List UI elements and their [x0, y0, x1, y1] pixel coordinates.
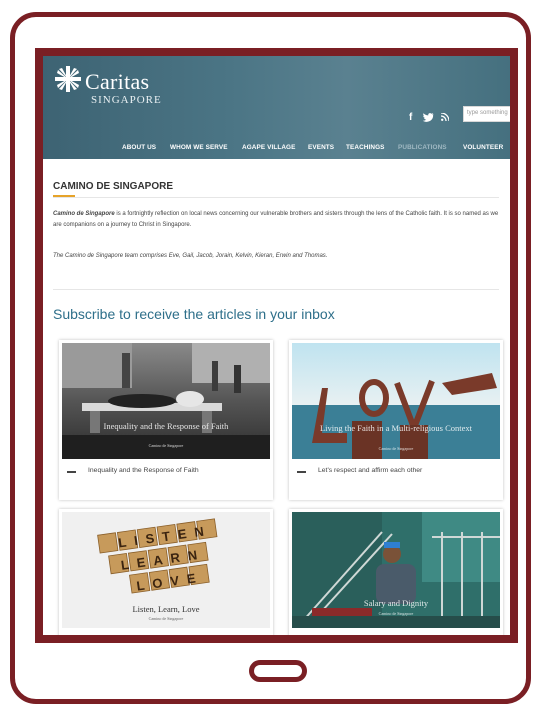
- site-header: Caritas SINGAPORE f type something ABOUT…: [43, 56, 510, 159]
- article-title[interactable]: Salary and Dignity: [318, 636, 373, 643]
- divider: [53, 289, 499, 290]
- team-paragraph: The Camino de Singapore team comprises E…: [53, 253, 328, 259]
- twitter-icon[interactable]: [423, 113, 434, 122]
- search-input[interactable]: type something: [463, 106, 510, 122]
- rss-icon[interactable]: [441, 113, 449, 121]
- dash-icon: [67, 640, 76, 642]
- article-card[interactable]: Inequality and the Response of Faith Cam…: [59, 340, 273, 500]
- article-title[interactable]: Let's check for each other's weather: [88, 636, 196, 643]
- nav-item-volunteer[interactable]: VOLUNTEER: [463, 144, 503, 151]
- article-title[interactable]: Let's respect and affirm each other: [318, 467, 422, 474]
- page-title: CAMINO DE SINGAPORE: [53, 181, 174, 192]
- nav-item-about-us[interactable]: ABOUT US: [122, 144, 156, 151]
- subscribe-link[interactable]: Subscribe to receive the articles in you…: [53, 306, 335, 322]
- dash-icon: [297, 640, 306, 642]
- home-button[interactable]: [249, 660, 307, 682]
- image-subtitle: Camino de Singapore: [148, 616, 184, 621]
- image-subtitle: Camino de Singapore: [378, 446, 414, 451]
- article-image: Salary and Dignity Camino de Singapore: [292, 512, 500, 628]
- nav-item-publications[interactable]: PUBLICATIONS: [398, 144, 447, 151]
- logo-wordmark: Caritas: [85, 69, 150, 94]
- caritas-logo[interactable]: Caritas SINGAPORE: [55, 66, 175, 116]
- dash-icon: [297, 471, 306, 473]
- image-title: Listen, Learn, Love: [132, 604, 200, 614]
- intro-paragraph: Camino de Singapore is a fortnightly ref…: [53, 209, 503, 231]
- article-card[interactable]: LISTEN LEARN LOVE Listen, Learn, Love Ca…: [59, 509, 273, 643]
- nav-item-events[interactable]: EVENTS: [308, 144, 334, 151]
- article-image: Inequality and the Response of Faith Cam…: [62, 343, 270, 459]
- dash-icon: [67, 471, 76, 473]
- article-image: Living the Faith in a Multi-religious Co…: [292, 343, 500, 459]
- caritas-cross-icon: [55, 66, 81, 92]
- article-card[interactable]: Living the Faith in a Multi-religious Co…: [289, 340, 503, 500]
- article-card[interactable]: Salary and Dignity Camino de Singapore S…: [289, 509, 503, 643]
- article-title[interactable]: Inequality and the Response of Faith: [88, 467, 199, 474]
- image-subtitle: Camino de Singapore: [378, 611, 414, 616]
- intro-emphasis: Camino de Singapore: [53, 211, 115, 217]
- tablet-screen: Caritas SINGAPORE f type something ABOUT…: [35, 48, 518, 643]
- image-title: Salary and Dignity: [363, 598, 429, 608]
- logo-subtitle: SINGAPORE: [91, 94, 162, 106]
- nav-item-whom-we-serve[interactable]: WHOM WE SERVE: [170, 144, 228, 151]
- image-title: Inequality and the Response of Faith: [103, 421, 229, 431]
- main-content: CAMINO DE SINGAPORE Camino de Singapore …: [43, 159, 510, 635]
- article-image: LISTEN LEARN LOVE Listen, Learn, Love Ca…: [62, 512, 270, 628]
- image-subtitle: Camino de Singapore: [148, 443, 184, 448]
- image-title: Living the Faith in a Multi-religious Co…: [319, 423, 473, 433]
- intro-text: is a fortnightly reflection on local new…: [53, 211, 499, 228]
- facebook-icon[interactable]: f: [409, 112, 412, 123]
- divider: [53, 197, 499, 198]
- nav-item-agape-village[interactable]: AGAPE VILLAGE: [242, 144, 296, 151]
- nav-item-teachings[interactable]: TEACHINGS: [346, 144, 385, 151]
